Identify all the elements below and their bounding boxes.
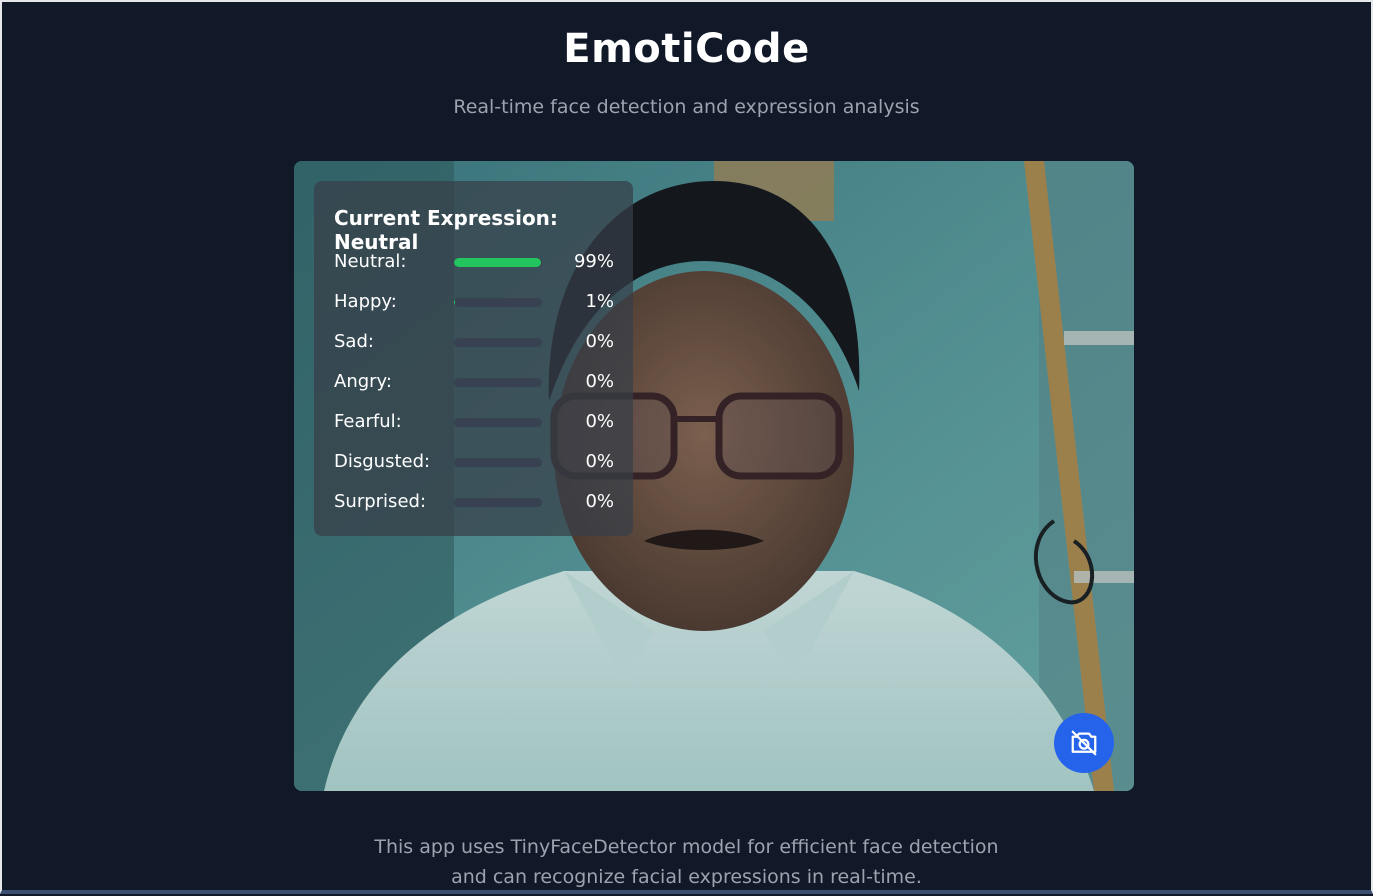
expression-bar <box>454 378 542 387</box>
expression-bar <box>454 458 542 467</box>
expression-bar <box>454 338 542 347</box>
page-subtitle: Real-time face detection and expression … <box>453 96 920 118</box>
expression-row-neutral: Neutral: 99% <box>334 251 614 275</box>
expression-percent: 0% <box>585 491 614 512</box>
page-title: EmotiCode <box>563 26 810 72</box>
expression-row-disgusted: Disgusted: 0% <box>334 451 614 475</box>
expression-percent: 99% <box>573 251 614 272</box>
expression-label: Happy: <box>334 291 397 312</box>
camera-off-icon <box>1071 730 1097 756</box>
expression-bar <box>454 298 542 307</box>
expression-row-sad: Sad: 0% <box>334 331 614 355</box>
expression-row-angry: Angry: 0% <box>334 371 614 395</box>
expression-percent: 0% <box>585 371 614 392</box>
expression-bar <box>454 498 542 507</box>
expression-label: Surprised: <box>334 491 427 512</box>
expression-row-surprised: Surprised: 0% <box>334 491 614 515</box>
expression-row-happy: Happy: 1% <box>334 291 614 315</box>
expression-percent: 0% <box>585 331 614 352</box>
expression-panel: Current Expression: Neutral Neutral: 99%… <box>314 181 633 536</box>
expression-percent: 1% <box>585 291 614 312</box>
expression-bar-fill <box>454 298 455 307</box>
expression-label: Neutral: <box>334 251 407 272</box>
expression-label: Sad: <box>334 331 374 352</box>
expression-bar <box>454 418 542 427</box>
app-window: EmotiCode Real-time face detection and e… <box>0 0 1373 894</box>
expression-label: Disgusted: <box>334 451 431 472</box>
expression-bar <box>454 258 542 267</box>
toggle-camera-button[interactable] <box>1054 713 1114 773</box>
current-expression-title: Current Expression: Neutral <box>334 206 558 254</box>
expression-row-fearful: Fearful: 0% <box>334 411 614 435</box>
expression-label: Angry: <box>334 371 392 392</box>
expression-label: Fearful: <box>334 411 402 432</box>
expression-bar-fill <box>454 258 542 267</box>
footer-line-2: and can recognize facial expressions in … <box>451 866 922 888</box>
footer-description: This app uses TinyFaceDetector model for… <box>2 832 1371 890</box>
expression-percent: 0% <box>585 411 614 432</box>
webcam-video: Current Expression: Neutral Neutral: 99%… <box>294 161 1134 791</box>
expression-percent: 0% <box>585 451 614 472</box>
footer-line-1: This app uses TinyFaceDetector model for… <box>374 836 999 858</box>
